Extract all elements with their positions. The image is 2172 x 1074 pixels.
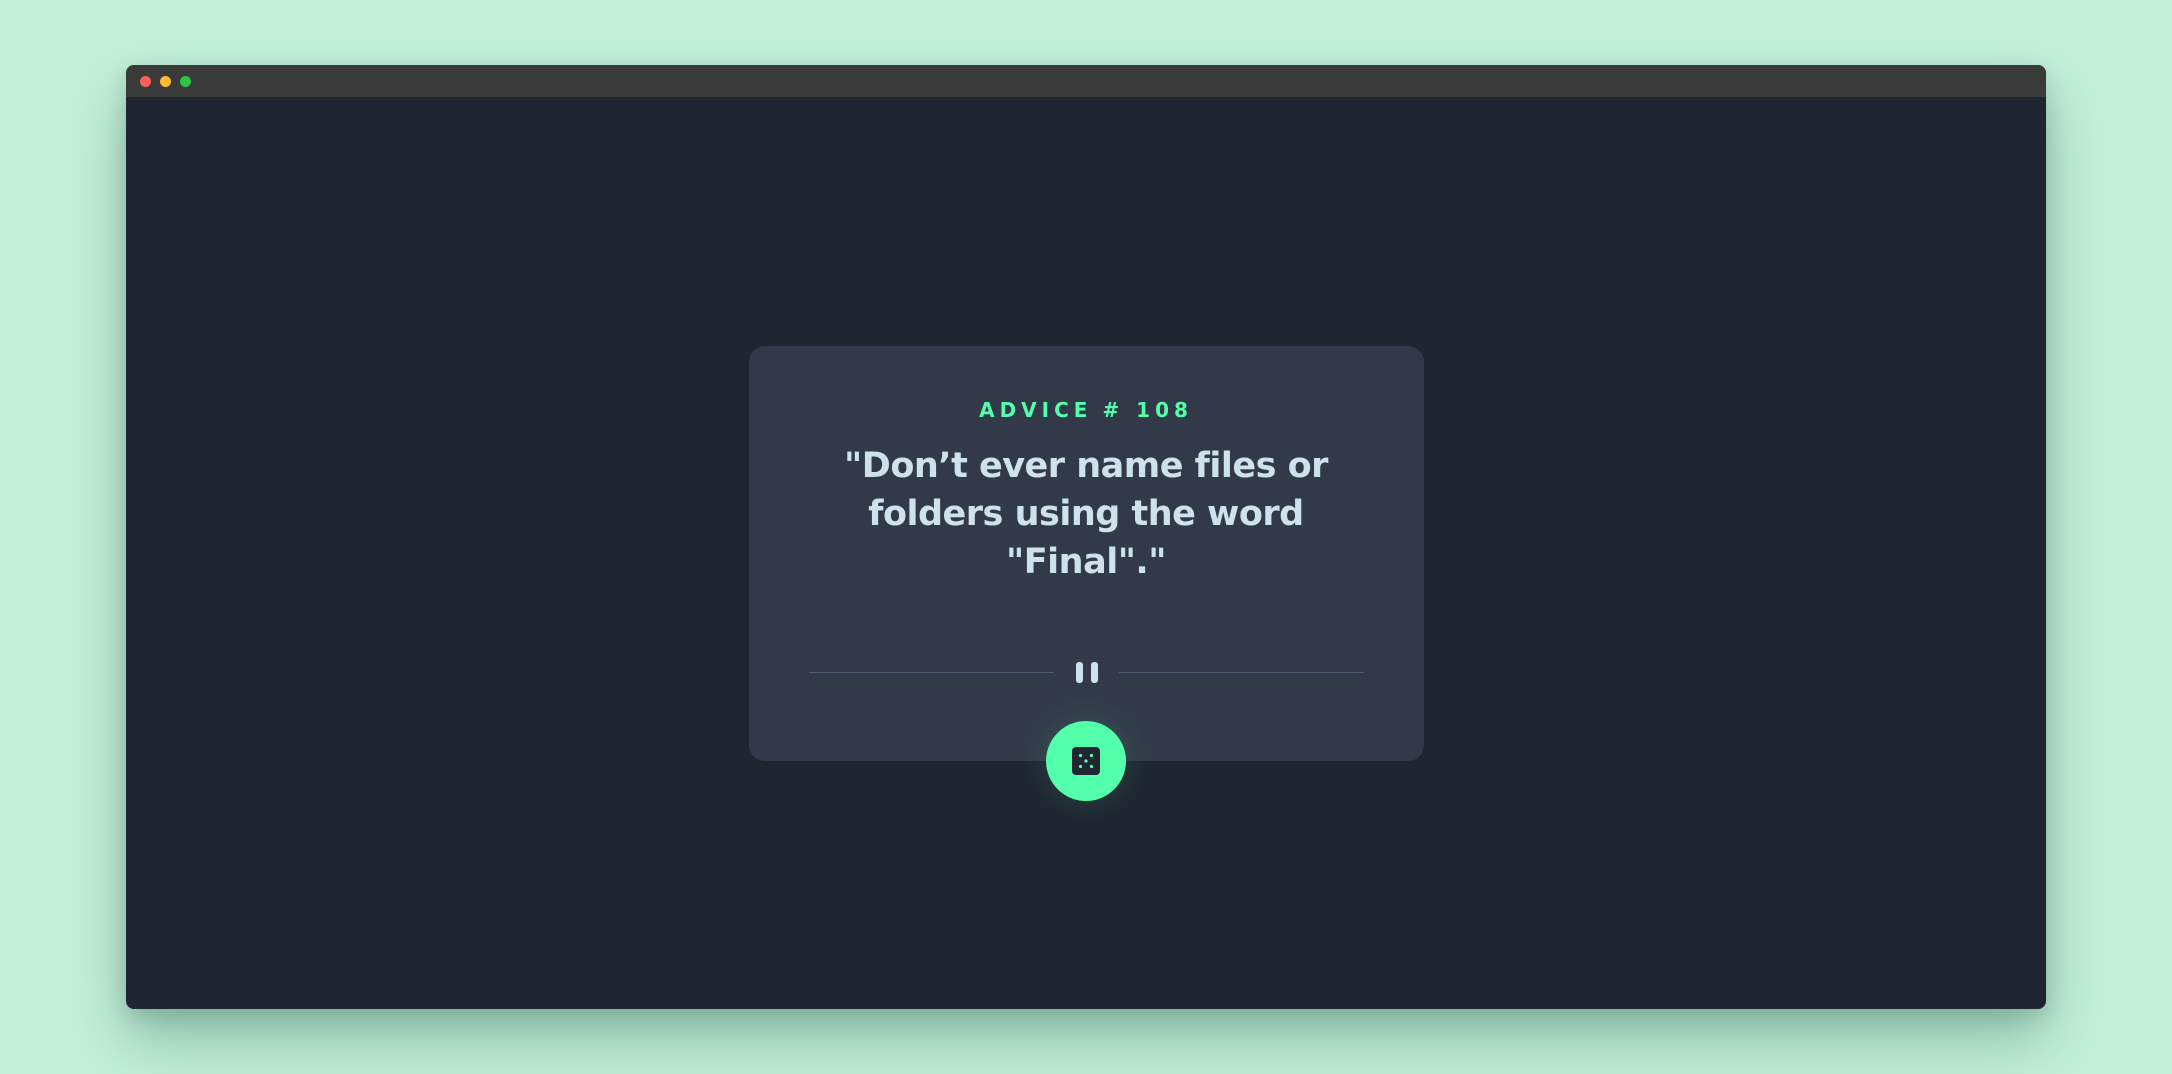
- pause-icon: [1073, 662, 1101, 684]
- close-window-button[interactable]: [140, 76, 151, 87]
- dice-icon: [1072, 747, 1100, 775]
- advice-number: # 108: [1102, 398, 1193, 422]
- minimize-window-button[interactable]: [160, 76, 171, 87]
- divider-line-left: [809, 672, 1054, 673]
- maximize-window-button[interactable]: [180, 76, 191, 87]
- advice-label: ADVICE: [979, 398, 1093, 422]
- pattern-divider: [809, 660, 1364, 684]
- divider-line-right: [1119, 672, 1364, 673]
- advice-header: ADVICE # 108: [0, 396, 2172, 424]
- advice-quote: "Don’t ever name files or folders using …: [844, 446, 1328, 582]
- window-titlebar: [126, 65, 2046, 97]
- new-advice-button[interactable]: [1046, 721, 1126, 801]
